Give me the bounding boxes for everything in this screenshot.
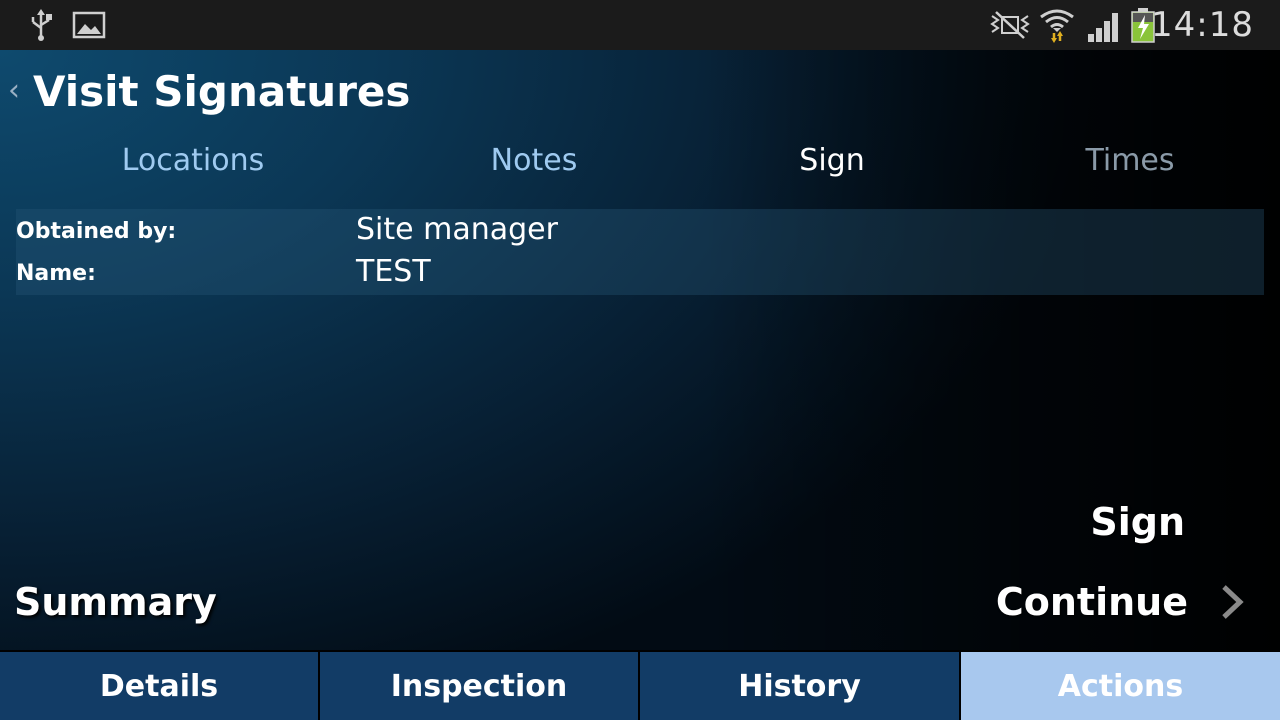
usb-icon [28, 8, 54, 42]
nav-inspection[interactable]: Inspection [320, 652, 638, 720]
screen: 14:18 ‹ Visit Signatures Locations Notes… [0, 0, 1280, 720]
obtained-by-label: Obtained by: [16, 219, 177, 244]
chevron-right-icon [1220, 584, 1244, 620]
nav-history[interactable]: History [640, 652, 959, 720]
tab-sign[interactable]: Sign [799, 138, 864, 184]
sign-button[interactable]: Sign [1090, 498, 1185, 546]
main-content: ‹ Visit Signatures Locations Notes Sign … [0, 50, 1280, 650]
summary-button[interactable]: Summary [14, 578, 217, 626]
continue-button[interactable]: Continue [996, 578, 1244, 626]
signature-info-panel: Obtained by: Site manager Name: TEST [16, 209, 1264, 295]
tab-times[interactable]: Times [1085, 138, 1174, 184]
tab-bar: Locations Notes Sign Times [0, 138, 1280, 186]
wifi-icon [1038, 8, 1076, 43]
signal-icon [1086, 8, 1124, 42]
status-bar: 14:18 [0, 0, 1280, 50]
name-value: TEST [356, 254, 431, 289]
nav-details[interactable]: Details [0, 652, 318, 720]
continue-label: Continue [995, 580, 1188, 624]
nfc-mute-icon [988, 8, 1032, 42]
status-time: 14:18 [1151, 5, 1254, 45]
name-label: Name: [16, 261, 96, 286]
nav-actions[interactable]: Actions [961, 652, 1280, 720]
tab-locations[interactable]: Locations [122, 138, 265, 184]
obtained-by-value: Site manager [356, 212, 558, 247]
tab-notes[interactable]: Notes [491, 138, 578, 184]
chevron-left-icon[interactable]: ‹ [8, 74, 20, 108]
image-icon [72, 8, 106, 42]
obtained-by-row: Obtained by: Site manager [16, 211, 1264, 253]
page-title[interactable]: Visit Signatures [33, 66, 410, 118]
name-row: Name: TEST [16, 253, 1264, 295]
bottom-nav: Details Inspection History Actions [0, 650, 1280, 720]
